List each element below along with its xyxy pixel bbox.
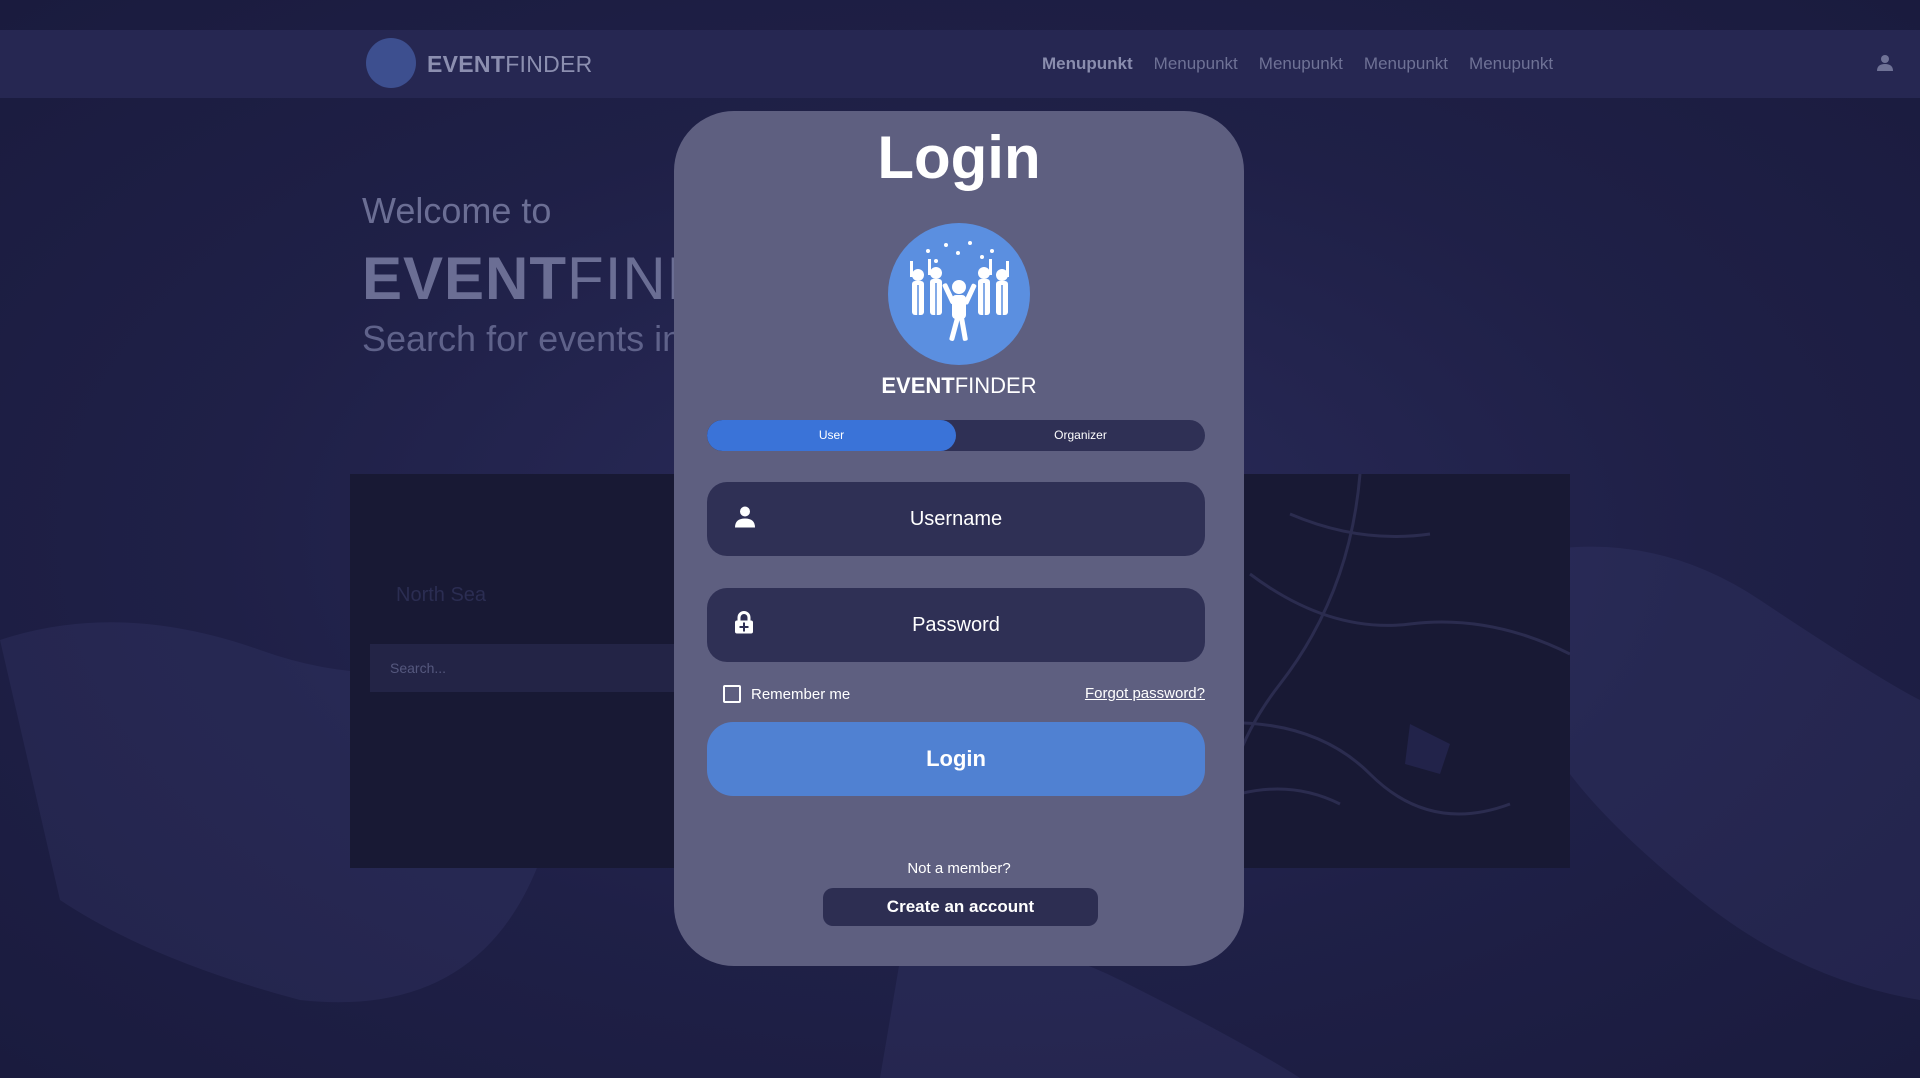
top-navbar: EVENTFINDER Menupunkt Menupunkt Menupunk… [0, 30, 1920, 98]
hero-subtitle: Search for events in y [362, 318, 711, 359]
not-member-text: Not a member? [907, 860, 1011, 877]
remember-me: Remember me [723, 685, 850, 703]
nav-link-5[interactable]: Menupunkt [1469, 54, 1553, 74]
forgot-password-link[interactable]: Forgot password? [1085, 685, 1205, 702]
map-search-input[interactable] [370, 644, 700, 692]
username-placeholder: Username [909, 507, 1003, 530]
nav-link-3[interactable]: Menupunkt [1259, 54, 1343, 74]
login-button[interactable]: Login [707, 722, 1205, 796]
party-crowd-logo-icon [888, 223, 1030, 365]
nav-links: Menupunkt Menupunkt Menupunkt Menupunkt … [1042, 54, 1574, 74]
nav-link-2[interactable]: Menupunkt [1154, 54, 1238, 74]
user-icon [733, 505, 757, 534]
lock-icon [733, 611, 755, 640]
role-toggle: User Organizer [707, 420, 1205, 451]
navbar-brand[interactable]: EVENTFINDER [427, 51, 593, 78]
remember-me-label[interactable]: Remember me [751, 686, 850, 703]
login-brand: EVENTFINDER [881, 373, 1037, 398]
login-modal: Login EVENTFINDER User Organizer Usernam… [674, 111, 1244, 966]
nav-link-4[interactable]: Menupunkt [1364, 54, 1448, 74]
user-icon[interactable] [1876, 54, 1894, 77]
password-placeholder: Password [912, 613, 1000, 636]
nav-link-1[interactable]: Menupunkt [1042, 54, 1133, 74]
username-field[interactable]: Username [707, 482, 1205, 556]
password-field[interactable]: Password [707, 588, 1205, 662]
login-title: Login [877, 124, 1041, 191]
hero-welcome: Welcome to [362, 190, 552, 231]
map-label: North Sea [396, 584, 487, 606]
role-organizer-tab[interactable]: Organizer [956, 420, 1205, 451]
remember-me-checkbox[interactable] [723, 685, 741, 703]
create-account-button[interactable]: Create an account [823, 888, 1098, 926]
party-crowd-logo-icon[interactable] [366, 38, 416, 88]
role-user-tab[interactable]: User [707, 420, 956, 451]
